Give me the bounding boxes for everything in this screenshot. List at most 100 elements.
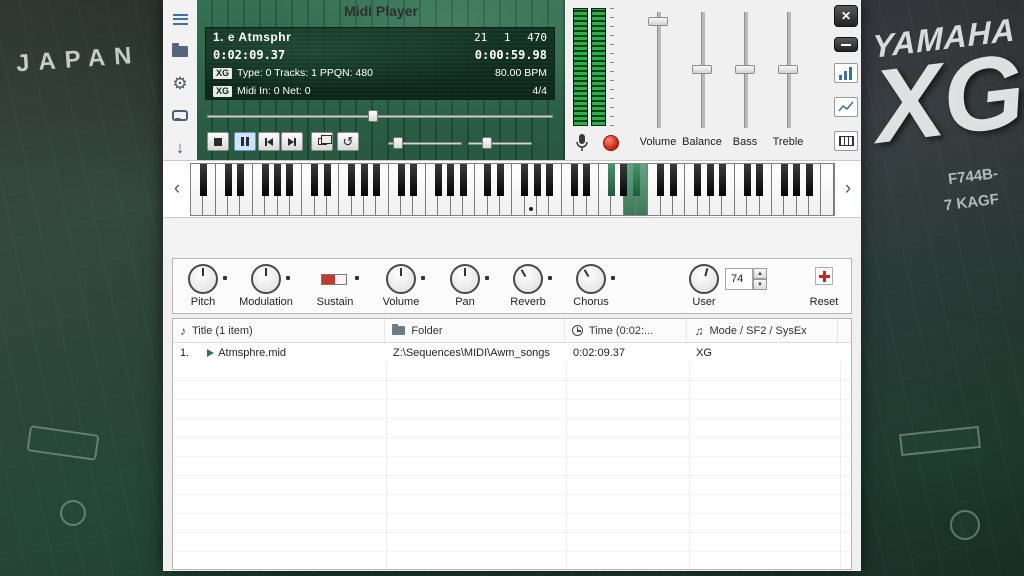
- progress-track: [207, 115, 553, 118]
- piano-black-key[interactable]: [497, 164, 504, 196]
- time-signature: 4/4: [532, 85, 547, 97]
- progress-slider[interactable]: [207, 110, 553, 122]
- piano-black-key[interactable]: [608, 164, 615, 196]
- piano-black-key[interactable]: [707, 164, 714, 196]
- step-down-icon[interactable]: ▼: [753, 279, 767, 290]
- piano-black-key[interactable]: [633, 164, 640, 196]
- piano-black-key[interactable]: [286, 164, 293, 196]
- piano-black-key[interactable]: [484, 164, 491, 196]
- chorus-knob[interactable]: [576, 264, 606, 294]
- piano-black-key[interactable]: [694, 164, 701, 196]
- folder-column-header[interactable]: Folder: [385, 319, 564, 342]
- piano-black-key[interactable]: [361, 164, 368, 196]
- folder-icon: [172, 46, 188, 57]
- piano-black-key[interactable]: [571, 164, 578, 196]
- user-stepper[interactable]: ▲▼: [753, 268, 767, 290]
- small-slider-left[interactable]: [388, 137, 462, 149]
- previous-button[interactable]: [258, 132, 280, 151]
- piano-white-key[interactable]: [821, 164, 833, 215]
- small-slider-right[interactable]: [468, 137, 532, 149]
- comments-button[interactable]: [167, 102, 193, 128]
- track-title: 1. e Atmsphr: [213, 30, 291, 44]
- piano-black-key[interactable]: [262, 164, 269, 196]
- piano-black-key[interactable]: [410, 164, 417, 196]
- mode-column-header[interactable]: ♫ Mode / SF2 / SysEx: [687, 319, 838, 342]
- download-icon: ↓: [176, 139, 185, 156]
- modulation-label: Modulation: [231, 296, 301, 308]
- piano-black-key[interactable]: [373, 164, 380, 196]
- minimize-icon: [841, 44, 851, 46]
- sustain-switch[interactable]: [321, 274, 347, 285]
- piano-black-key[interactable]: [583, 164, 590, 196]
- balance-thumb[interactable]: [692, 65, 712, 74]
- piano-black-key[interactable]: [793, 164, 800, 196]
- stop-button[interactable]: [207, 132, 229, 151]
- step-up-icon[interactable]: ▲: [753, 268, 767, 279]
- pause-button[interactable]: [234, 132, 256, 151]
- pitch-knob[interactable]: [188, 264, 218, 294]
- user-value[interactable]: 74: [725, 268, 753, 290]
- piano-black-key[interactable]: [274, 164, 281, 196]
- table-row[interactable]: 1. Atmsphre.mid Z:\Sequences\MIDI\Awm_so…: [173, 343, 851, 362]
- volume-thumb[interactable]: [648, 17, 668, 26]
- bar-chart-view-button[interactable]: [834, 63, 858, 83]
- piano-black-key[interactable]: [719, 164, 726, 196]
- settings-button[interactable]: ⚙: [167, 70, 193, 96]
- slider-thumb[interactable]: [482, 137, 492, 149]
- piano-black-key[interactable]: [447, 164, 454, 196]
- title-column-header[interactable]: ♪ Title (1 item): [173, 319, 385, 342]
- treble-slider[interactable]: [778, 12, 798, 128]
- microphone-button[interactable]: [574, 133, 590, 152]
- piano-black-key[interactable]: [546, 164, 553, 196]
- modulation-knob[interactable]: [251, 264, 281, 294]
- restart-button[interactable]: ↺: [337, 132, 359, 151]
- piano-black-key[interactable]: [670, 164, 677, 196]
- piano-black-key[interactable]: [324, 164, 331, 196]
- piano-black-key[interactable]: [534, 164, 541, 196]
- piano-keyboard[interactable]: [190, 163, 835, 216]
- bass-thumb[interactable]: [735, 65, 755, 74]
- volume-knob[interactable]: [386, 264, 416, 294]
- piano-black-key[interactable]: [225, 164, 232, 196]
- close-button[interactable]: ✕: [834, 5, 858, 27]
- user-knob[interactable]: [689, 264, 719, 294]
- piano-black-key[interactable]: [781, 164, 788, 196]
- open-folder-button[interactable]: [167, 38, 193, 64]
- midi-player-window: Midi Player ⚙ ↓ 1. e Atmsphr 21 1 470: [163, 0, 861, 571]
- scroll-keyboard-right-button[interactable]: ›: [837, 171, 859, 207]
- piano-black-key[interactable]: [200, 164, 207, 196]
- treble-thumb[interactable]: [778, 65, 798, 74]
- piano-black-key[interactable]: [460, 164, 467, 196]
- piano-black-key[interactable]: [806, 164, 813, 196]
- duplicate-window-button[interactable]: [311, 132, 333, 151]
- piano-black-key[interactable]: [237, 164, 244, 196]
- piano-black-key[interactable]: [311, 164, 318, 196]
- piano-black-key[interactable]: [620, 164, 627, 196]
- progress-thumb[interactable]: [368, 110, 378, 122]
- keyboard-view-button[interactable]: [834, 131, 858, 151]
- piano-black-key[interactable]: [521, 164, 528, 196]
- bass-slider[interactable]: [735, 12, 755, 128]
- volume-slider[interactable]: [648, 12, 668, 128]
- menu-button[interactable]: [167, 6, 193, 32]
- balance-slider[interactable]: [692, 12, 712, 128]
- piano-black-key[interactable]: [744, 164, 751, 196]
- pan-knob[interactable]: [450, 264, 480, 294]
- line-chart-view-button[interactable]: [834, 97, 858, 117]
- piano-black-key[interactable]: [398, 164, 405, 196]
- reverb-knob[interactable]: [513, 264, 543, 294]
- minimize-button[interactable]: [834, 37, 858, 52]
- slider-thumb[interactable]: [393, 137, 403, 149]
- piano-black-key[interactable]: [435, 164, 442, 196]
- elapsed-time: 0:02:09.37: [213, 48, 285, 62]
- time-column-header[interactable]: Time (0:02:...: [565, 319, 688, 342]
- piano-black-key[interactable]: [348, 164, 355, 196]
- song-mode: XG: [696, 347, 712, 359]
- piano-black-key[interactable]: [756, 164, 763, 196]
- piano-black-key[interactable]: [657, 164, 664, 196]
- download-button[interactable]: ↓: [167, 134, 193, 160]
- record-button[interactable]: [603, 135, 619, 151]
- scroll-keyboard-left-button[interactable]: ‹: [166, 171, 188, 207]
- next-button[interactable]: [281, 132, 303, 151]
- reset-button[interactable]: [815, 267, 833, 285]
